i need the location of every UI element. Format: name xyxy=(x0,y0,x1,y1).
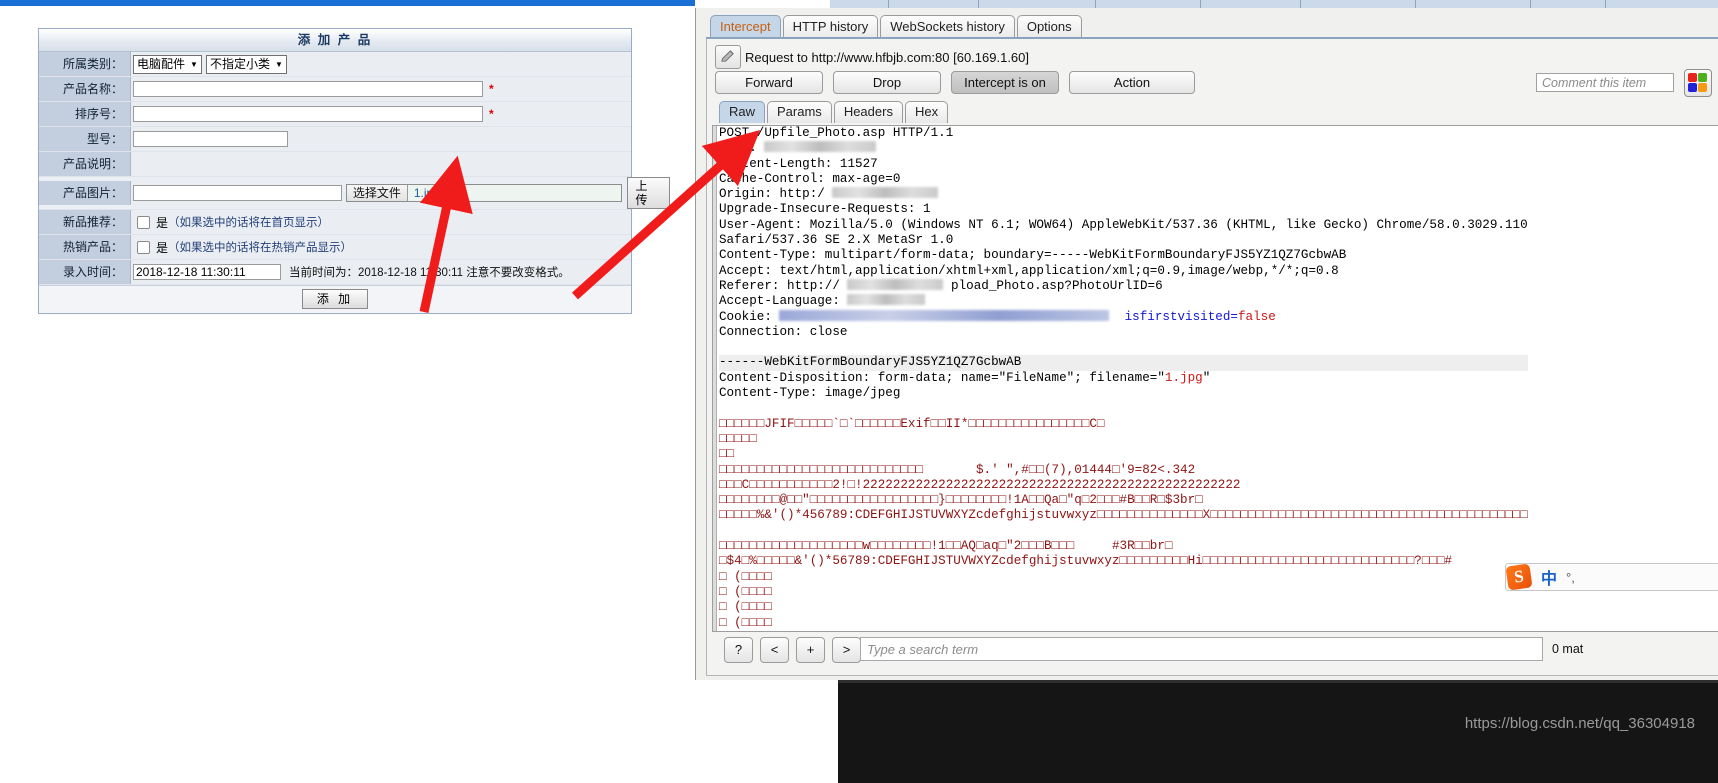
add-product-form: 添 加 产 品 所属类别： 电脑配件 ▼ 不指定小类 ▼ 产品名称： * 排序号… xyxy=(38,28,671,314)
new-recommend-label: 新品推荐： xyxy=(39,210,131,234)
description-label: 产品说明： xyxy=(39,152,131,176)
form-row-description: 产品说明： xyxy=(39,152,631,177)
intercept-toggle-button[interactable]: Intercept is on xyxy=(951,71,1059,94)
subtab-headers[interactable]: Headers xyxy=(833,101,903,123)
chosen-file-name: 1.jpg xyxy=(413,186,440,200)
category-sub-value: 不指定小类 xyxy=(209,56,270,71)
category-main-value: 电脑配件 xyxy=(137,56,186,71)
form-submit-row: 添 加 xyxy=(39,285,631,313)
forward-button[interactable]: Forward xyxy=(715,71,823,94)
model-input[interactable] xyxy=(133,131,288,147)
edit-pencil-icon[interactable] xyxy=(715,45,741,69)
entry-time-input[interactable] xyxy=(133,264,281,280)
burp-main-tabs: Intercept HTTP history WebSockets histor… xyxy=(710,12,1084,38)
sort-number-label: 排序号： xyxy=(39,102,131,126)
form-row-new-recommend: 新品推荐： 是 （如果选中的话将在首页显示） xyxy=(39,210,631,235)
new-recommend-hint: （如果选中的话将在首页显示） xyxy=(168,217,330,229)
ime-chinese-mode-icon[interactable]: 中 xyxy=(1541,565,1557,589)
product-name-input[interactable] xyxy=(133,81,483,97)
description-editor-area[interactable] xyxy=(133,154,631,174)
sogou-ime-toolbar[interactable]: S 中 °, xyxy=(1505,563,1718,591)
intercept-action-bar: Forward Drop Intercept is on Action xyxy=(715,71,1205,94)
form-row-entry-time: 录入时间： 当前时间为：2018-12-18 11:30:11 注意不要改变格式… xyxy=(39,260,631,285)
choose-file-button[interactable]: 选择文件 xyxy=(346,185,408,201)
file-picker[interactable]: 选择文件 1.jpg xyxy=(345,184,623,202)
hot-product-checkbox[interactable] xyxy=(137,240,150,254)
form-row-product-name: 产品名称： * xyxy=(39,77,631,102)
blog-watermark: https://blog.csdn.net/qq_36304918 xyxy=(1464,715,1695,732)
raw-request-text: POST /Upfile_Photo.asp HTTP/1.1 Host: Con… xyxy=(719,126,1528,631)
sogou-logo-icon: S xyxy=(1505,563,1533,591)
search-prev-button[interactable]: < xyxy=(760,637,789,663)
model-label: 型号： xyxy=(39,127,131,151)
search-input[interactable]: Type a search term xyxy=(860,637,1543,661)
add-product-submit-button[interactable]: 添 加 xyxy=(301,289,369,309)
form-row-model: 型号： xyxy=(39,127,631,152)
form-row-category: 所属类别： 电脑配件 ▼ 不指定小类 ▼ xyxy=(39,52,631,77)
entry-time-label: 录入时间： xyxy=(39,260,131,284)
upload-button[interactable]: 上 传 xyxy=(627,177,670,209)
swatch-green xyxy=(1698,73,1707,82)
add-product-page: 添 加 产 品 所属类别： 电脑配件 ▼ 不指定小类 ▼ 产品名称： * 排序号… xyxy=(0,6,695,783)
chevron-down-icon: ▼ xyxy=(274,59,283,69)
search-add-button[interactable]: + xyxy=(796,637,825,663)
form-row-sort-number: 排序号： * xyxy=(39,102,631,127)
message-view-tabs: Raw Params Headers Hex xyxy=(719,101,950,123)
form-row-hot-product: 热销产品： 是 （如果选中的话将在热销产品显示） xyxy=(39,235,631,260)
highlight-color-button[interactable] xyxy=(1684,69,1712,97)
subtab-raw[interactable]: Raw xyxy=(719,101,766,123)
drop-button[interactable]: Drop xyxy=(833,71,941,94)
required-mark: * xyxy=(489,82,494,96)
entry-time-hint: 当前时间为：2018-12-18 11:30:11 注意不要改变格式。 xyxy=(289,267,570,279)
search-bar: ? < + > Type a search term 0 mat xyxy=(712,633,1718,667)
subtab-params[interactable]: Params xyxy=(767,101,832,123)
page-bottom-whitespace xyxy=(0,680,838,783)
product-image-path-input[interactable] xyxy=(133,185,342,201)
swatch-blue xyxy=(1688,83,1697,92)
swatch-orange xyxy=(1698,83,1707,92)
search-next-button[interactable]: > xyxy=(832,637,861,663)
comment-input[interactable]: Comment this item xyxy=(1536,73,1674,92)
request-target-label: Request to http://www.hfbjb.com:80 [60.1… xyxy=(745,50,1030,65)
sort-number-input[interactable] xyxy=(133,106,483,122)
hot-product-label: 热销产品： xyxy=(39,235,131,259)
raw-request-viewer[interactable]: POST /Upfile_Photo.asp HTTP/1.1 Host: Con… xyxy=(712,125,1718,632)
subtab-hex[interactable]: Hex xyxy=(904,101,949,123)
action-button[interactable]: Action xyxy=(1069,71,1195,94)
chevron-down-icon: ▼ xyxy=(190,59,198,69)
page-title: 添 加 产 品 xyxy=(39,29,631,52)
hot-product-yes-label: 是 xyxy=(156,240,169,255)
product-name-label: 产品名称： xyxy=(39,77,131,101)
category-main-select[interactable]: 电脑配件 ▼ xyxy=(133,54,202,74)
hot-product-hint: （如果选中的话将在热销产品显示） xyxy=(168,242,353,254)
new-recommend-yes-label: 是 xyxy=(156,215,169,230)
category-sub-select[interactable]: 不指定小类 ▼ xyxy=(205,54,287,74)
new-recommend-checkbox[interactable] xyxy=(137,215,150,229)
match-count-label: 0 mat xyxy=(1552,642,1584,656)
ime-punctuation-icon[interactable]: °, xyxy=(1566,570,1575,585)
tab-intercept[interactable]: Intercept xyxy=(710,15,781,38)
form-row-product-image: 产品图片： 选择文件 1.jpg 上 传 xyxy=(39,177,671,210)
tab-http-history[interactable]: HTTP history xyxy=(782,15,879,38)
required-mark: * xyxy=(489,107,494,121)
category-label: 所属类别： xyxy=(39,52,131,76)
tab-websockets-history[interactable]: WebSockets history xyxy=(880,15,1015,38)
search-help-button[interactable]: ? xyxy=(724,637,753,663)
swatch-red xyxy=(1688,73,1697,82)
bottom-dark-bar xyxy=(838,683,1718,783)
tab-options[interactable]: Options xyxy=(1016,15,1082,38)
product-image-label: 产品图片： xyxy=(39,181,131,205)
